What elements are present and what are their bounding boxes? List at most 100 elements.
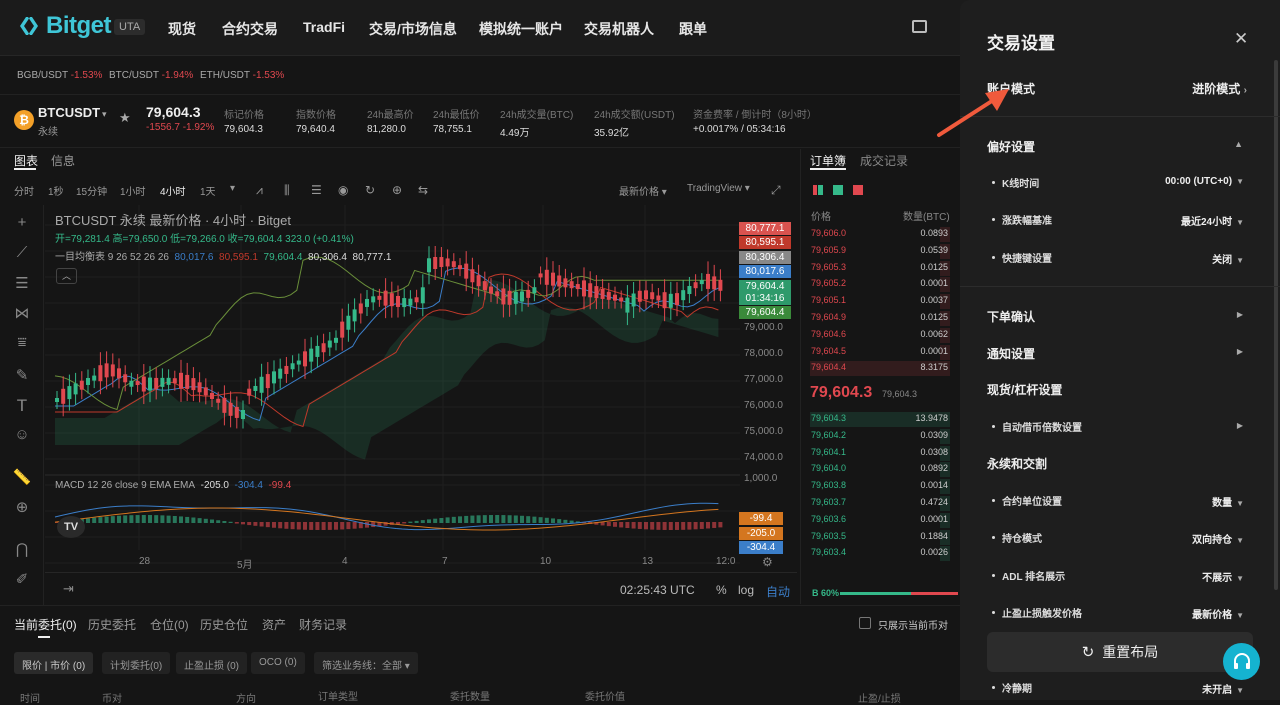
trendline-icon[interactable]: ⟋	[12, 244, 32, 264]
magnet-icon[interactable]: ⋂	[12, 540, 32, 560]
tab-trades[interactable]: 成交记录	[860, 152, 908, 169]
chip-oco[interactable]: OCO (0)	[251, 652, 305, 674]
tradingview-logo[interactable]: TV	[57, 516, 85, 538]
asks-view-icon[interactable]	[853, 185, 863, 195]
fullscreen-icon[interactable]: ⤢	[771, 183, 781, 198]
preference-section-header[interactable]: 偏好设置 ▲	[987, 136, 1247, 156]
nav-copy-trading[interactable]: 跟单	[679, 19, 707, 39]
percent-toggle[interactable]: %	[716, 583, 727, 597]
axis-settings-icon[interactable]: ⚙	[762, 555, 773, 569]
fib-icon[interactable]: ⩸	[12, 334, 32, 354]
nav-demo-account[interactable]: 模拟统一账户	[479, 19, 563, 39]
account-mode-row[interactable]: 账户模式 进阶模式 ›	[987, 78, 1247, 98]
position-mode-select[interactable]: 双向持仓 ▼	[1192, 531, 1244, 546]
ask-row[interactable]: 79,604.4 8.3175	[810, 360, 950, 377]
interval-time[interactable]: 分时	[14, 183, 34, 198]
bid-row[interactable]: 79,603.7 0.4724	[810, 495, 950, 511]
tab-finance-records[interactable]: 财务记录	[299, 616, 347, 633]
only-current-pair-label[interactable]: 只展示当前币对	[878, 617, 948, 632]
support-chat-button[interactable]	[1223, 643, 1260, 680]
collapse-legend-button[interactable]: ︿	[56, 268, 77, 284]
ask-row[interactable]: 79,604.9 0.0125	[810, 310, 950, 326]
adl-select[interactable]: 不展示 ▼	[1202, 569, 1244, 584]
date-range-icon[interactable]: ⇥	[63, 581, 74, 597]
tab-info[interactable]: 信息	[51, 152, 75, 169]
ticker-eth[interactable]: ETH/USDT -1.53%	[200, 70, 284, 81]
tpsl-trigger-select[interactable]: 最新价格 ▼	[1192, 606, 1244, 621]
panel-scrollbar[interactable]	[1274, 60, 1278, 590]
ask-row[interactable]: 79,605.2 0.0001	[810, 276, 950, 293]
indicator-icon[interactable]: ⩘	[256, 183, 263, 198]
emoji-icon[interactable]: ☺	[12, 426, 32, 446]
nav-market-info[interactable]: 交易/市场信息	[369, 19, 457, 39]
settings-icon[interactable]: ☰	[311, 183, 322, 197]
change-base-select[interactable]: 最近24小时 ▼	[1181, 213, 1244, 228]
nav-futures[interactable]: 合约交易	[222, 19, 278, 39]
tab-chart[interactable]: 图表	[14, 152, 38, 169]
chip-plan-orders[interactable]: 计划委托(0)	[102, 652, 171, 674]
refresh-icon[interactable]: ↻	[365, 183, 375, 197]
interval-1h[interactable]: 1小时	[120, 183, 146, 198]
ask-row[interactable]: 79,606.0 0.0893	[810, 226, 950, 242]
both-sides-view-icon[interactable]	[813, 185, 823, 195]
brand-logo[interactable]: Bitget	[18, 12, 112, 40]
interval-15m[interactable]: 15分钟	[76, 183, 107, 198]
crosshair-icon[interactable]: +	[12, 214, 32, 234]
symbol-name[interactable]: BTCUSDT	[38, 105, 100, 120]
nav-trading-bots[interactable]: 交易机器人	[584, 19, 654, 39]
lock-drawing-icon[interactable]: ✐	[12, 570, 32, 590]
bid-row[interactable]: 79,603.8 0.0014	[810, 478, 950, 495]
chip-tpsl[interactable]: 止盈止损 (0)	[176, 652, 247, 674]
nav-tradfi[interactable]: TradFi	[303, 19, 345, 35]
horizontal-lines-icon[interactable]: ☰	[12, 274, 32, 294]
ask-row[interactable]: 79,605.3 0.0125	[810, 260, 950, 276]
order-confirm-row[interactable]: 下单确认 ▶	[987, 306, 1247, 326]
kline-time-select[interactable]: 00:00 (UTC+0) ▼	[1165, 176, 1244, 187]
bid-row[interactable]: 79,604.1 0.0308	[810, 445, 950, 461]
ask-row[interactable]: 79,604.5 0.0001	[810, 344, 950, 360]
bid-row[interactable]: 79,603.4 0.0026	[810, 545, 950, 562]
tab-assets[interactable]: 资产	[262, 616, 286, 633]
bid-row[interactable]: 79,603.5 0.1884	[810, 529, 950, 545]
chart-clock[interactable]: 02:25:43 UTC	[620, 583, 695, 597]
tradingview-select[interactable]: TradingView ▾	[687, 183, 750, 194]
tab-open-orders[interactable]: 当前委托(0)	[14, 616, 77, 633]
bids-view-icon[interactable]	[833, 185, 843, 195]
tab-position-history[interactable]: 历史仓位	[200, 616, 248, 633]
shortcut-select[interactable]: 关闭 ▼	[1212, 251, 1244, 266]
business-line-filter[interactable]: 筛选业务线：全部 ▾	[314, 652, 418, 674]
only-current-pair-checkbox[interactable]	[859, 617, 871, 629]
bid-row[interactable]: 79,604.2 0.0309	[810, 428, 950, 444]
bid-row[interactable]: 79,603.6 0.0001	[810, 512, 950, 528]
notify-settings-row[interactable]: 通知设置 ▶	[987, 343, 1247, 363]
interval-dropdown-icon[interactable]: ▾	[230, 183, 235, 194]
zoom-icon[interactable]: ⊕	[12, 498, 32, 518]
ask-row[interactable]: 79,605.1 0.0037	[810, 293, 950, 310]
pattern-icon[interactable]: ⋈	[12, 304, 32, 324]
compare-icon[interactable]: ⇆	[418, 183, 428, 197]
symbol-dropdown-icon[interactable]: ▾	[102, 109, 107, 120]
bid-row[interactable]: 79,604.0 0.0892	[810, 461, 950, 478]
nav-spot[interactable]: 现货	[168, 19, 196, 39]
text-icon[interactable]: T	[12, 396, 32, 416]
reset-layout-button[interactable]: ↻ 重置布局	[987, 632, 1253, 672]
log-toggle[interactable]: log	[738, 583, 754, 597]
auto-borrow-row[interactable]: 自动借币倍数设置 ▶	[1002, 418, 1247, 436]
auto-toggle[interactable]: 自动	[766, 583, 790, 600]
tab-positions[interactable]: 仓位(0)	[150, 616, 189, 633]
wallet-icon[interactable]	[912, 20, 927, 33]
tab-orderbook[interactable]: 订单簿	[810, 152, 846, 169]
ask-row[interactable]: 79,605.9 0.0539	[810, 243, 950, 259]
bid-row[interactable]: 79,604.3 13.9478	[810, 411, 950, 427]
interval-1s[interactable]: 1秒	[48, 183, 64, 198]
tab-order-history[interactable]: 历史委托	[88, 616, 136, 633]
cooldown-select[interactable]: 未开启 ▼	[1202, 681, 1244, 696]
chip-limit-market[interactable]: 限价 | 市价 (0)	[14, 652, 94, 674]
camera-icon[interactable]: ◉	[338, 183, 348, 197]
ticker-bgb[interactable]: BGB/USDT -1.53%	[17, 70, 102, 81]
ruler-icon[interactable]: 📏	[12, 468, 32, 488]
add-icon[interactable]: ⊕	[392, 183, 402, 197]
interval-4h[interactable]: 4小时	[160, 183, 186, 198]
interval-1d[interactable]: 1天	[200, 183, 216, 198]
ask-row[interactable]: 79,604.6 0.0062	[810, 327, 950, 343]
